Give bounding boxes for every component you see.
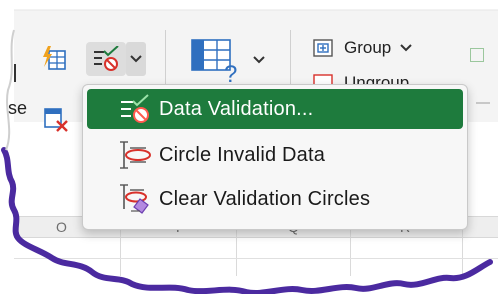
torn-edge-decoration (1, 9, 498, 294)
excel-screenshot: se ? Group Ungroup O Data Validation... … (0, 0, 500, 294)
